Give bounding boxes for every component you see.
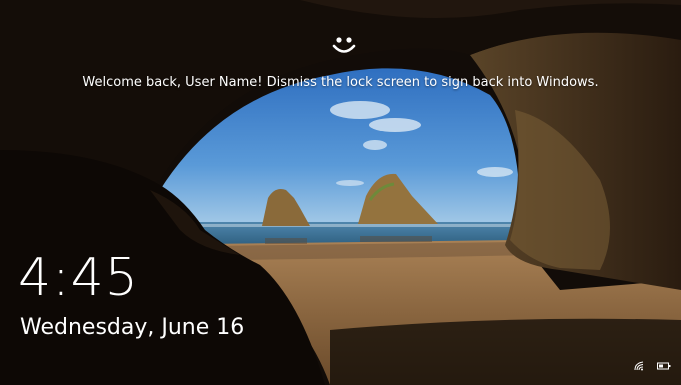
clock-time: 4:45 [18, 248, 139, 308]
welcome-message: Welcome back, User Name! Dismiss the loc… [82, 75, 599, 90]
lock-screen[interactable]: Welcome back, User Name! Dismiss the loc… [0, 0, 681, 385]
smiley-face-icon [332, 37, 356, 53]
clock-date: Wednesday, June 16 [20, 315, 245, 340]
wifi-icon[interactable] [634, 361, 646, 371]
battery-icon[interactable] [657, 361, 671, 371]
